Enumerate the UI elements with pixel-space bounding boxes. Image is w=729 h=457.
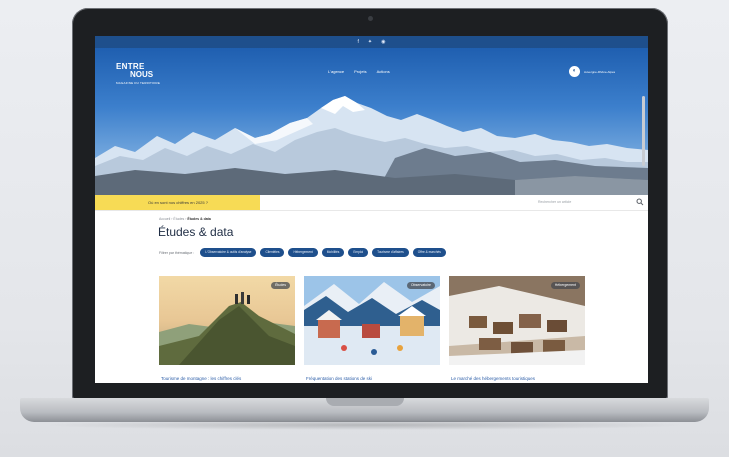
logo-tagline: MAGAZINE DU TERRITOIRE <box>116 81 161 85</box>
hikers-photo <box>159 276 295 365</box>
card-image-snowy-resort <box>449 276 585 365</box>
search-icon[interactable] <box>636 198 644 206</box>
article-card[interactable]: Études Tourisme de montagne : les chiffr… <box>159 276 295 383</box>
village-illustration <box>304 276 440 365</box>
nav-item-agence[interactable]: L'agence <box>328 69 344 74</box>
card-title[interactable]: Tourisme de montagne : les chiffres clés <box>161 376 241 381</box>
filter-bar: Où en sont nos chiffres en 2025 ? Recher… <box>95 195 648 211</box>
scrollbar[interactable] <box>642 96 645 166</box>
site-logo[interactable]: ENTRE NOUS MAGAZINE DU TERRITOIRE <box>116 62 160 85</box>
filter-tags: Filtrer par thématique : L'Observatoire … <box>159 248 446 257</box>
logo-line-2: NOUS <box>130 70 154 79</box>
laptop-screen: f ✦ ◉ ENTRE NOUS MAGAZINE DU TERRITOIRE … <box>95 36 648 383</box>
snowy-resort-photo <box>449 276 585 365</box>
tag-mobilites[interactable]: Mobilités <box>321 248 345 257</box>
instagram-icon[interactable]: ◉ <box>381 39 385 45</box>
tag-emploi[interactable]: Emploi <box>348 248 369 257</box>
partner-logo-text: Auvergne-Rhône-Alpes <box>584 69 616 74</box>
partner-logo-icon: ◐ <box>569 66 580 77</box>
card-badge: Hébergement <box>550 282 580 289</box>
announcement-text: Où en sont nos chiffres en 2025 ? <box>148 200 208 205</box>
tag-affaires[interactable]: Tourisme d'affaires <box>372 248 409 257</box>
breadcrumb-current: Études & data <box>187 217 211 221</box>
card-badge: Observatoire <box>406 282 435 289</box>
announcement-banner[interactable]: Où en sont nos chiffres en 2025 ? <box>95 195 260 210</box>
social-bar: f ✦ ◉ <box>95 36 648 48</box>
card-title[interactable]: Fréquentation des stations de ski <box>306 376 372 381</box>
tag-offre[interactable]: Offre & marchés <box>412 248 446 257</box>
breadcrumb: Accueil › Études › Études & data <box>159 217 211 221</box>
card-image-hikers <box>159 276 295 365</box>
search-input[interactable]: Rechercher un article <box>538 200 571 204</box>
camera <box>368 16 373 21</box>
main-nav: L'agence Projets Actions <box>328 69 390 74</box>
nav-item-actions[interactable]: Actions <box>377 69 390 74</box>
filter-label: Filtrer par thématique : <box>159 250 195 255</box>
card-badge: Études <box>271 282 290 289</box>
article-card[interactable]: Observatoire Fréquentation des stations … <box>304 276 440 383</box>
partner-logo[interactable]: ◐ Auvergne-Rhône-Alpes <box>569 66 628 77</box>
page-title: Études & data <box>158 225 234 239</box>
laptop-shadow <box>40 420 690 430</box>
card-title[interactable]: Le marché des hébergements touristiques <box>451 376 535 381</box>
hero-banner: ENTRE NOUS MAGAZINE DU TERRITOIRE L'agen… <box>95 48 648 195</box>
tag-clienteles[interactable]: Clientèles <box>260 248 285 257</box>
tag-hebergement[interactable]: Hébergement <box>288 248 318 257</box>
card-image-village-illustration <box>304 276 440 365</box>
article-card[interactable]: Hébergement Le marché des hébergements t… <box>449 276 585 383</box>
nav-item-projets[interactable]: Projets <box>354 69 366 74</box>
tag-observatoire[interactable]: L'Observatoire & outils d'analyse <box>200 248 257 257</box>
breadcrumb-path[interactable]: Accueil › Études › <box>159 217 186 221</box>
laptop-opening-notch <box>326 398 404 406</box>
twitter-icon[interactable]: ✦ <box>368 39 372 45</box>
facebook-icon[interactable]: f <box>358 39 359 45</box>
